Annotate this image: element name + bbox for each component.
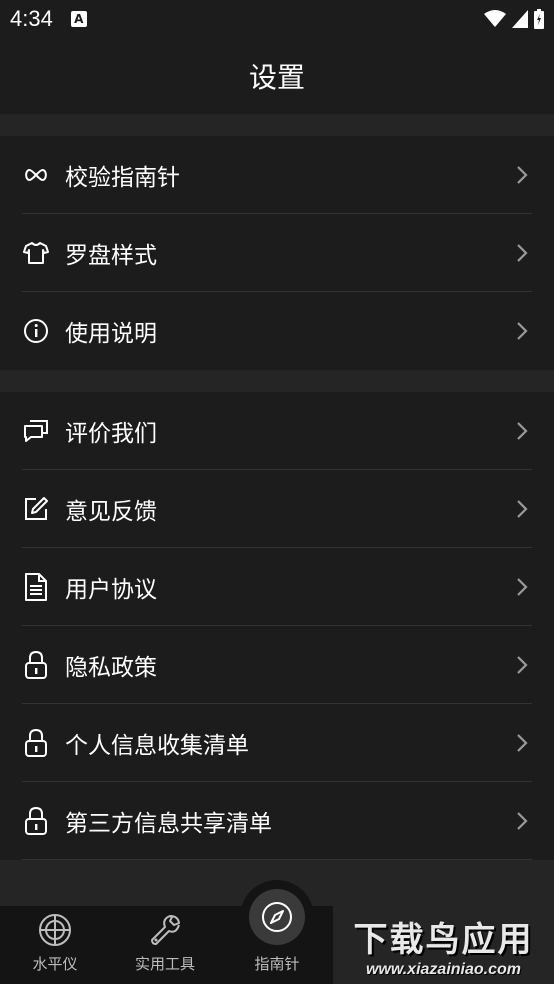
settings-item-calibrate[interactable]: 校验指南针	[0, 136, 554, 214]
tab-label: 水平仪	[32, 955, 78, 973]
watermark-logo: 下载鸟应用 www.xiazainiao.com	[333, 906, 554, 984]
chevron-right-icon	[517, 734, 528, 752]
battery-icon	[534, 9, 544, 29]
settings-item-label: 用户协议	[65, 577, 157, 603]
watermark-url: www.xiazainiao.com	[365, 960, 521, 978]
settings-item-label: 个人信息收集清单	[65, 733, 249, 759]
section-separator	[0, 114, 554, 136]
compass-tab-button[interactable]	[240, 880, 314, 954]
settings-item-label: 罗盘样式	[65, 243, 157, 269]
header: 设置	[0, 38, 554, 114]
tab-label: 实用工具	[134, 955, 195, 973]
settings-item-feedback[interactable]: 意见反馈	[0, 470, 554, 548]
signal-icon	[512, 10, 528, 28]
settings-group-2: 评价我们 意见反馈 用户协议 隐私政策 个人信息收集清单 第三方信息共享清单	[0, 392, 554, 860]
settings-item-label: 评价我们	[65, 421, 157, 447]
settings-item-label: 意见反馈	[65, 499, 157, 525]
compass-icon	[262, 902, 292, 932]
info-icon	[22, 317, 50, 345]
lock-icon	[22, 650, 50, 679]
settings-item-compass-style[interactable]: 罗盘样式	[0, 214, 554, 292]
wrench-icon	[151, 915, 180, 945]
infinity-icon	[22, 161, 50, 189]
status-bar: 4:34 A	[0, 0, 554, 38]
settings-item-personal-info-list[interactable]: 个人信息收集清单	[0, 704, 554, 782]
chevron-right-icon	[517, 500, 528, 518]
chevron-right-icon	[517, 244, 528, 262]
chevron-right-icon	[517, 166, 528, 184]
settings-item-label: 隐私政策	[65, 655, 157, 681]
chevron-right-icon	[517, 656, 528, 674]
settings-item-rate-us[interactable]: 评价我们	[0, 392, 554, 470]
level-icon	[39, 914, 71, 946]
settings-item-label: 第三方信息共享清单	[65, 811, 272, 837]
chevron-right-icon	[517, 322, 528, 340]
chevron-right-icon	[517, 812, 528, 830]
tab-label: 指南针	[254, 955, 300, 973]
section-separator	[0, 370, 554, 392]
lock-icon	[22, 806, 50, 835]
lock-icon	[22, 728, 50, 757]
notification-a-icon: A	[70, 11, 87, 27]
tab-tools[interactable]: 实用工具	[110, 906, 220, 984]
edit-icon	[22, 495, 50, 523]
tab-level[interactable]: 水平仪	[0, 906, 110, 984]
settings-item-third-party-sharing[interactable]: 第三方信息共享清单	[0, 782, 554, 860]
page-title: 设置	[248, 61, 305, 94]
status-time: 4:34	[10, 6, 53, 31]
settings-item-privacy-policy[interactable]: 隐私政策	[0, 626, 554, 704]
shirt-icon	[22, 239, 50, 267]
watermark-title: 下载鸟应用	[353, 919, 534, 960]
settings-item-label: 使用说明	[65, 321, 157, 347]
chevron-right-icon	[517, 422, 528, 440]
settings-group-1: 校验指南针 罗盘样式 使用说明	[0, 136, 554, 370]
compass-button-inner	[249, 889, 305, 945]
settings-item-user-agreement[interactable]: 用户协议	[0, 548, 554, 626]
chevron-right-icon	[517, 578, 528, 596]
settings-item-instructions[interactable]: 使用说明	[0, 292, 554, 370]
document-icon	[22, 573, 50, 601]
comment-icon	[22, 417, 50, 445]
settings-item-label: 校验指南针	[65, 165, 180, 191]
wifi-icon	[484, 10, 506, 27]
